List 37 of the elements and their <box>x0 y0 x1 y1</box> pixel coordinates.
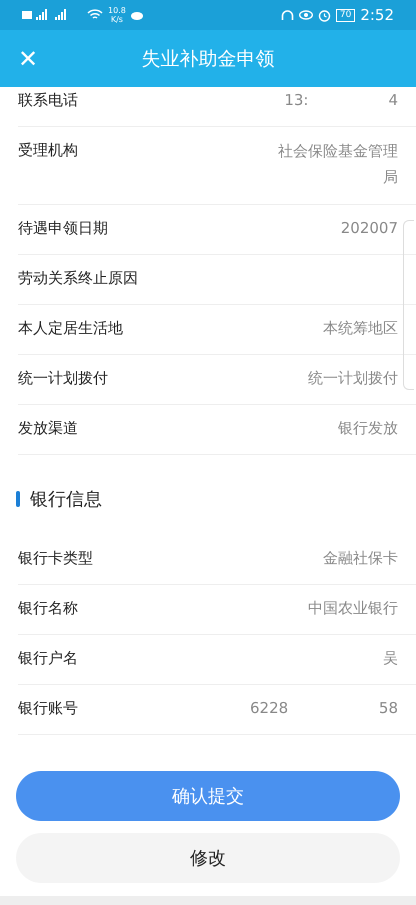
field-value: 银行发放 <box>338 419 398 438</box>
field-label: 银行名称 <box>18 599 78 618</box>
confirm-button[interactable]: 确认提交 <box>16 771 400 821</box>
wifi-icon <box>87 9 103 21</box>
field-value: 吴 <box>383 649 398 668</box>
edit-button[interactable]: 修改 <box>16 833 400 883</box>
section-marker <box>16 491 20 507</box>
field-label: 待遇申领日期 <box>18 219 108 238</box>
field-label: 银行账号 <box>18 699 78 718</box>
field-label: 本人定居生活地 <box>18 319 123 338</box>
field-value: 202007 <box>340 219 398 237</box>
field-value: 13: <box>284 91 308 109</box>
section-title: 银行信息 <box>30 488 102 511</box>
field-label: 受理机构 <box>18 141 78 160</box>
field-label: 银行户名 <box>18 649 78 668</box>
field-label: 劳动关系终止原因 <box>18 269 138 288</box>
field-label: 发放渠道 <box>18 419 78 438</box>
field-label: 联系电话 <box>18 91 78 110</box>
page-title: 失业补助金申领 <box>142 48 274 70</box>
close-button[interactable]: ✕ <box>0 44 56 72</box>
field-value: 统一计划拨付 <box>308 369 398 388</box>
field-value: 金融社保卡 <box>323 549 398 568</box>
field-value: 中国农业银行 <box>308 599 398 618</box>
app-icon <box>130 10 143 20</box>
field-value: 4 <box>388 91 398 109</box>
field-value: 6228 <box>250 699 288 717</box>
field-label: 银行卡类型 <box>18 549 93 568</box>
field-value: 本统筹地区 <box>323 319 398 338</box>
network-speed: 10.8 K/s <box>108 6 126 24</box>
battery-level: 70 <box>336 8 356 22</box>
alarm-icon <box>318 8 331 22</box>
field-value: 社会保险基金管理局 <box>277 141 398 188</box>
eye-icon <box>298 10 313 20</box>
field-label: 统一计划拨付 <box>18 369 108 388</box>
headphones-icon <box>280 8 294 22</box>
field-value: 58 <box>378 699 398 717</box>
clock: 2:52 <box>360 6 394 24</box>
